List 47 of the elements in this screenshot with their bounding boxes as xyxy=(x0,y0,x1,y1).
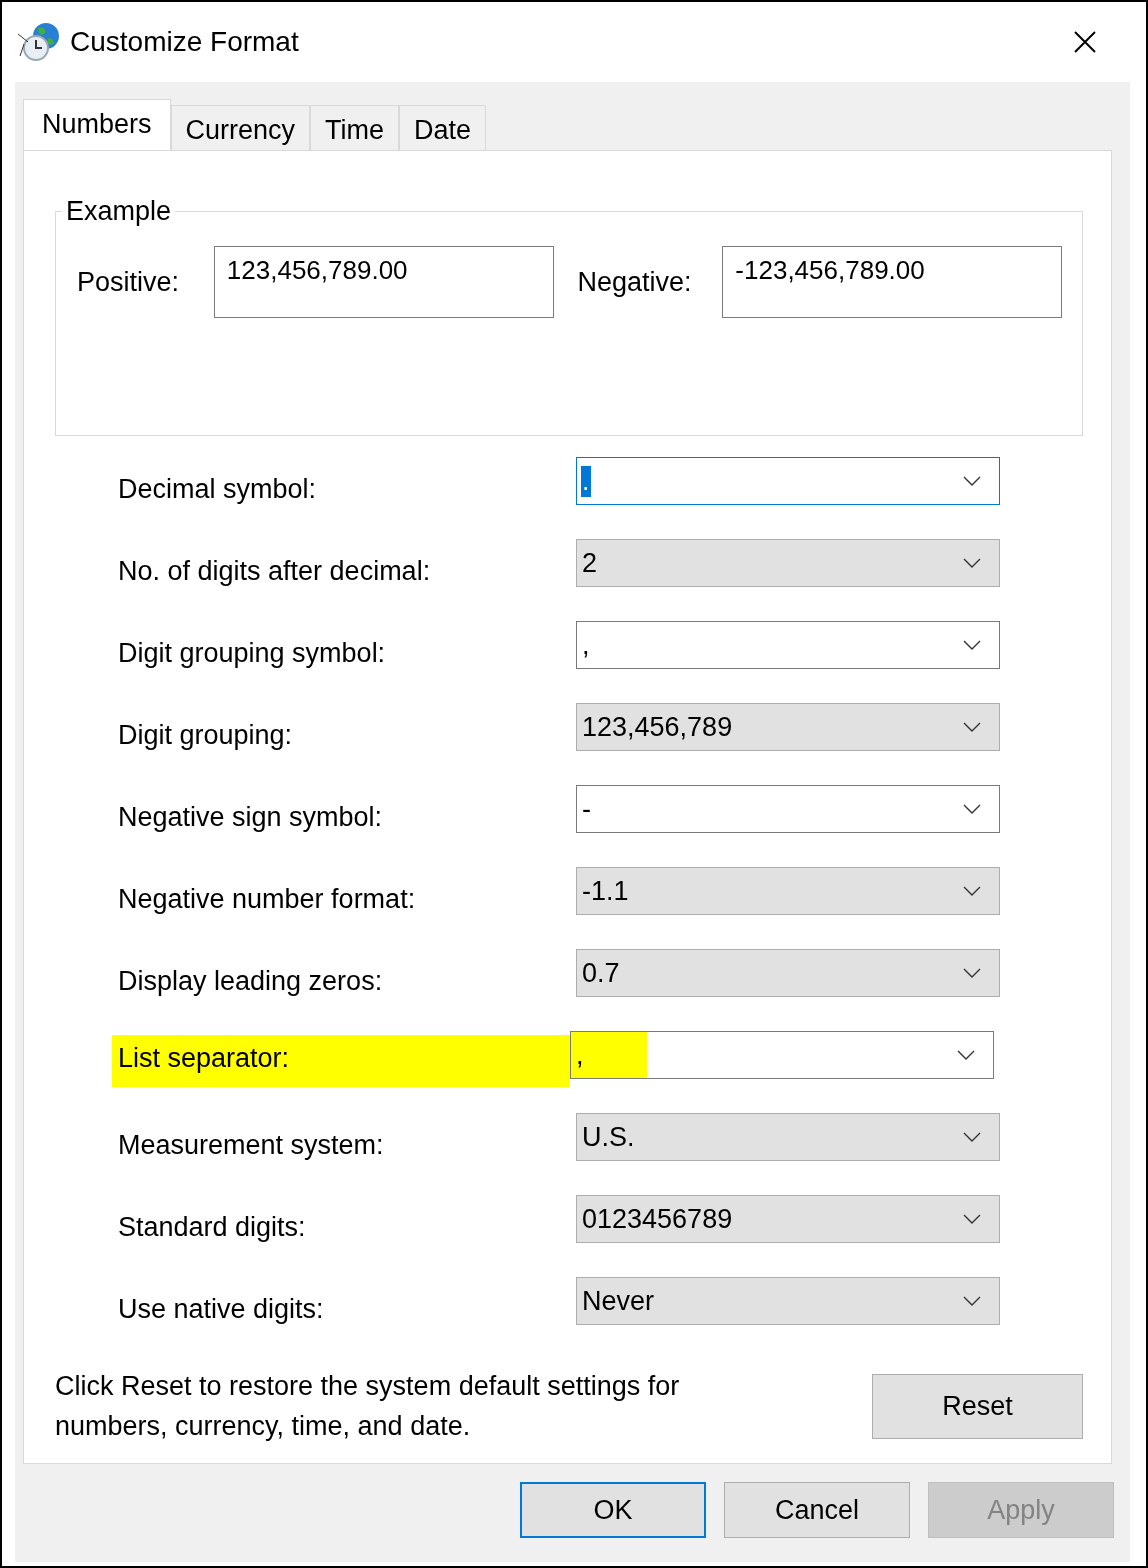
chevron-down-icon xyxy=(963,640,981,650)
setting-label: Negative number format: xyxy=(118,882,417,915)
positive-example-field: 123,456,789.00 xyxy=(213,246,554,318)
chevron-down-icon xyxy=(963,1132,981,1142)
chevron-down-icon xyxy=(963,1214,981,1224)
tab[interactable]: Numbers xyxy=(23,99,171,150)
dropdown[interactable]: , xyxy=(570,1031,994,1079)
dropdown[interactable]: -1.1 xyxy=(576,867,1000,915)
chevron-down-icon xyxy=(963,886,981,896)
reset-button[interactable]: Reset xyxy=(872,1373,1083,1439)
setting-label: No. of digits after decimal: xyxy=(118,554,432,587)
setting-label: Display leading zeros: xyxy=(118,964,384,997)
chevron-down-icon xyxy=(963,476,981,486)
setting-label: Decimal symbol: xyxy=(118,472,318,505)
chevron-down-icon xyxy=(957,1050,975,1060)
chevron-down-icon xyxy=(963,722,981,732)
chevron-down-icon xyxy=(963,1296,981,1306)
positive-label: Positive: xyxy=(77,266,181,298)
dropdown[interactable]: 2 xyxy=(576,539,1000,587)
setting-label: Negative sign symbol: xyxy=(118,800,384,833)
tab[interactable]: Time xyxy=(310,105,400,150)
dialog-button[interactable]: Cancel xyxy=(724,1482,910,1538)
tab[interactable]: Currency xyxy=(170,105,311,150)
chevron-down-icon xyxy=(963,558,981,568)
dropdown[interactable]: . xyxy=(576,457,1000,505)
dropdown[interactable]: 123,456,789 xyxy=(576,703,1000,751)
dropdown[interactable]: 0123456789 xyxy=(576,1195,1000,1243)
tab[interactable]: Date xyxy=(399,105,487,150)
dropdown[interactable]: 0.7 xyxy=(576,949,1000,997)
dropdown[interactable]: Never xyxy=(576,1277,1000,1325)
setting-label: List separator: xyxy=(112,1035,570,1087)
setting-label: Measurement system: xyxy=(118,1128,385,1161)
setting-label: Use native digits: xyxy=(118,1292,325,1325)
setting-label: Standard digits: xyxy=(118,1210,307,1243)
dialog-button[interactable]: OK xyxy=(520,1482,706,1538)
reset-description: Click Reset to restore the system default settings for numbers, currency, time, and date. xyxy=(55,1370,681,1443)
setting-label: Digit grouping symbol: xyxy=(118,636,387,669)
close-icon[interactable] xyxy=(1074,31,1096,53)
dropdown[interactable]: - xyxy=(576,785,1000,833)
setting-label: Digit grouping: xyxy=(118,718,294,751)
dropdown[interactable]: , xyxy=(576,621,1000,669)
negative-label: Negative: xyxy=(577,266,693,298)
negative-example-field: -123,456,789.00 xyxy=(722,246,1062,318)
window-title: Customize Format xyxy=(70,26,299,58)
chevron-down-icon xyxy=(963,804,981,814)
dropdown[interactable]: U.S. xyxy=(576,1113,1000,1161)
chevron-down-icon xyxy=(963,968,981,978)
